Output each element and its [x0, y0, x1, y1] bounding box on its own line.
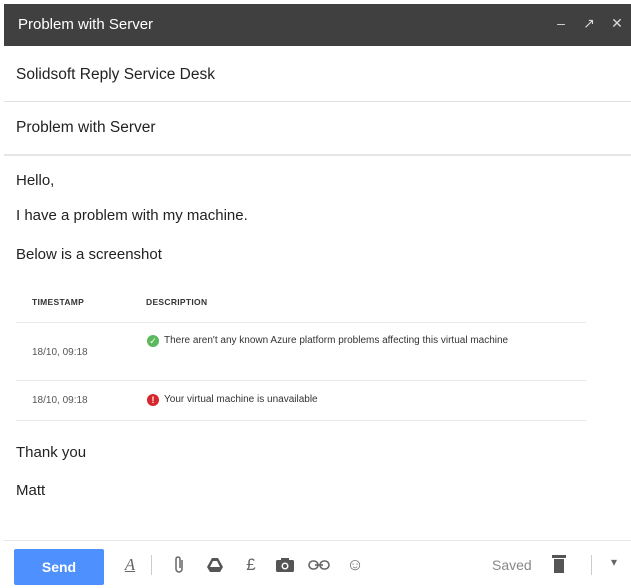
screenshot-header-row: TIMESTAMP DESCRIPTION: [16, 285, 586, 323]
row-status: ✓ There aren't any known Azure platform …: [147, 334, 567, 348]
to-field[interactable]: Solidsoft Reply Service Desk: [4, 46, 631, 102]
timestamp-header: TIMESTAMP: [32, 297, 85, 307]
to-recipient: Solidsoft Reply Service Desk: [16, 66, 215, 83]
more-options-icon[interactable]: ▾: [611, 555, 617, 569]
compose-titlebar: Problem with Server – ↗ ✕: [4, 4, 631, 46]
compose-toolbar: Send A £ ☺ Saved ▾: [4, 540, 631, 588]
description-header: DESCRIPTION: [146, 297, 208, 307]
body-signature: Matt: [16, 482, 46, 499]
row-description: There aren't any known Azure platform pr…: [164, 335, 509, 346]
minimize-icon[interactable]: –: [553, 15, 569, 31]
embedded-screenshot: TIMESTAMP DESCRIPTION 18/10, 09:18 ✓ The…: [16, 285, 586, 421]
body-closing: Thank you: [16, 444, 87, 461]
error-circle-icon: !: [147, 394, 159, 406]
camera-icon[interactable]: [274, 553, 296, 577]
drive-icon[interactable]: [204, 553, 226, 577]
body-line-1: I have a problem with my machine.: [16, 207, 248, 224]
attach-icon[interactable]: [168, 553, 190, 577]
toolbar-divider: [151, 555, 152, 575]
body-line-2: Below is a screenshot: [16, 246, 162, 263]
formatting-icon[interactable]: A: [119, 553, 141, 577]
compose-title: Problem with Server: [18, 16, 154, 33]
row-status: ! Your virtual machine is unavailable: [147, 393, 567, 407]
body-greeting: Hello,: [16, 172, 55, 189]
subject-field[interactable]: Problem with Server: [4, 102, 631, 156]
saved-status: Saved: [492, 557, 532, 573]
window-controls: – ↗ ✕: [553, 15, 625, 31]
close-icon[interactable]: ✕: [609, 15, 625, 31]
expand-icon[interactable]: ↗: [581, 15, 597, 31]
trash-icon[interactable]: [552, 555, 566, 573]
emoji-icon[interactable]: ☺: [344, 553, 366, 577]
check-circle-icon: ✓: [147, 335, 159, 347]
currency-icon[interactable]: £: [240, 553, 262, 577]
link-icon[interactable]: [308, 553, 330, 577]
subject-text: Problem with Server: [16, 119, 156, 136]
row-description: Your virtual machine is unavailable: [164, 394, 318, 405]
row-timestamp: 18/10, 09:18: [32, 395, 88, 406]
table-row: 18/10, 09:18 ! Your virtual machine is u…: [16, 381, 586, 421]
table-row: 18/10, 09:18 ✓ There aren't any known Az…: [16, 323, 586, 381]
send-button[interactable]: Send: [14, 549, 104, 585]
toolbar-divider: [591, 555, 592, 575]
row-timestamp: 18/10, 09:18: [32, 347, 88, 358]
